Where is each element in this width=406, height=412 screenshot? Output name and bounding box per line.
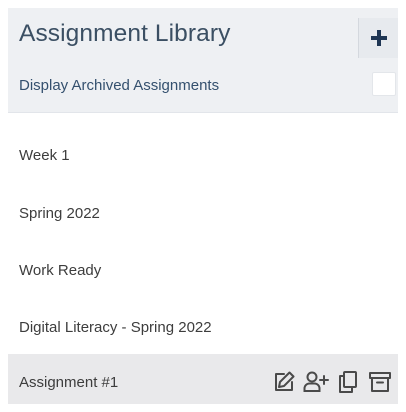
edit-button[interactable]	[270, 368, 298, 396]
list-item-label: Spring 2022	[19, 204, 100, 222]
list-item-digital-literacy[interactable]: Digital Literacy - Spring 2022	[8, 299, 398, 355]
list-item-spring-2022[interactable]: Spring 2022	[8, 185, 398, 241]
copy-icon	[339, 371, 357, 393]
list-item-week-1[interactable]: Week 1	[8, 127, 398, 183]
archive-icon	[369, 372, 391, 392]
add-assignment-button[interactable]	[358, 18, 398, 58]
assign-user-button[interactable]	[302, 368, 330, 396]
assignment-library-panel: Assignment Library Display Archived Assi…	[8, 8, 398, 404]
list-item-assignment-1[interactable]: Assignment #1	[8, 354, 398, 404]
assign-user-icon	[303, 371, 329, 392]
plus-icon	[371, 30, 387, 46]
list-item-label: Digital Literacy - Spring 2022	[19, 318, 212, 336]
list-item-label: Week 1	[19, 146, 70, 164]
archive-button[interactable]	[366, 368, 394, 396]
edit-icon	[275, 371, 295, 391]
list-item-label: Assignment #1	[19, 373, 119, 391]
page-title: Assignment Library	[19, 20, 231, 47]
list-item-label: Work Ready	[19, 261, 102, 279]
display-archived-label: Display Archived Assignments	[19, 77, 220, 94]
library-header: Assignment Library Display Archived Assi…	[8, 8, 398, 113]
copy-button[interactable]	[334, 368, 362, 396]
list-item-work-ready[interactable]: Work Ready	[8, 242, 398, 298]
display-archived-checkbox[interactable]	[372, 72, 396, 96]
item-actions	[270, 354, 394, 404]
